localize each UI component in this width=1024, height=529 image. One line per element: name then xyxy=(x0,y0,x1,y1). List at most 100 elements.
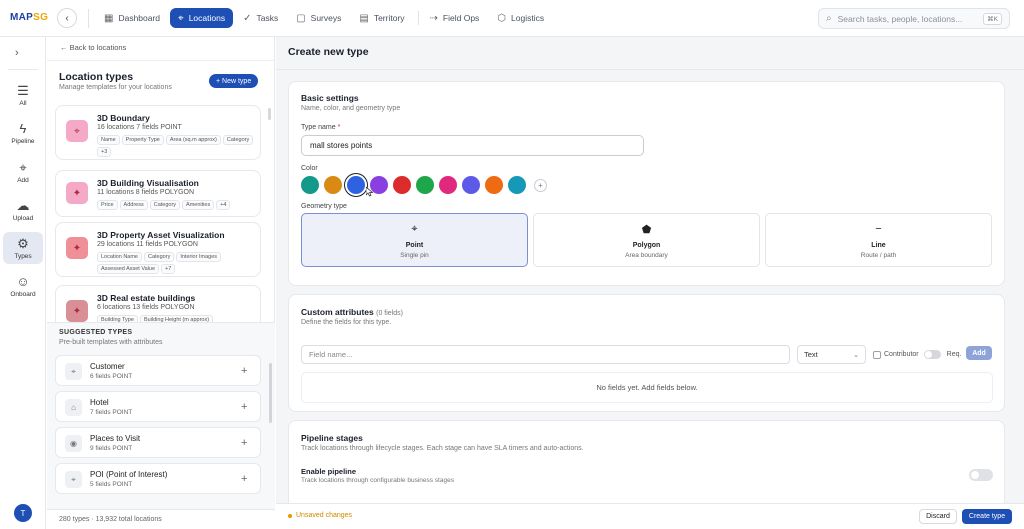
main-content: Create new type Basic settings Name, col… xyxy=(276,37,1024,510)
divider xyxy=(47,60,275,61)
pin-icon: ⌖ xyxy=(19,159,27,175)
tab-field-ops[interactable]: ⇢ Field Ops xyxy=(422,8,488,28)
tab-territory[interactable]: ▤ Territory xyxy=(351,8,412,28)
line-icon: − xyxy=(875,223,882,235)
color-swatch[interactable] xyxy=(324,176,342,194)
color-swatch-selected[interactable] xyxy=(347,176,365,194)
rail-item-types[interactable]: ⚙ Types xyxy=(3,232,43,264)
enable-pipeline-desc: Track locations through configurable bus… xyxy=(301,477,454,484)
color-swatch[interactable] xyxy=(462,176,480,194)
pin-icon: ⌖ xyxy=(411,223,418,235)
polygon-icon: ✦ xyxy=(66,237,88,259)
suggested-types: SUGGESTED TYPES Pre-built templates with… xyxy=(47,322,275,509)
back-button[interactable]: ‹ xyxy=(57,8,77,28)
type-card[interactable]: ✦ 3D Building Visualisation 11 locations… xyxy=(55,170,261,217)
type-card[interactable]: ⌖ 3D Boundary 16 locations 7 fields POIN… xyxy=(55,105,261,160)
color-swatch[interactable] xyxy=(508,176,526,194)
required-toggle[interactable] xyxy=(923,350,941,359)
contributor-checkbox[interactable] xyxy=(873,350,881,359)
divider xyxy=(417,11,419,25)
tag-list: Price Address Category Amenities +4 xyxy=(97,200,257,210)
tab-dashboard[interactable]: ▦ Dashboard xyxy=(96,8,168,28)
upload-icon: ☁ xyxy=(16,197,30,213)
tag-list: Name Property Type Area (sq.m approx) Ca… xyxy=(97,135,257,157)
pin-icon: ⌖ xyxy=(66,120,88,142)
route-icon: ⇢ xyxy=(429,12,438,24)
rail-item-onboard[interactable]: ☺ Onboard xyxy=(3,270,43,302)
rail-item-upload[interactable]: ☁ Upload xyxy=(3,194,43,226)
rail-item-all[interactable]: ☰ All xyxy=(3,79,43,111)
add-field-button[interactable]: Add xyxy=(966,346,992,360)
expand-rail-button[interactable]: › xyxy=(15,47,19,59)
color-swatch[interactable] xyxy=(485,176,503,194)
type-name-label: Type name * xyxy=(301,124,341,131)
arrow-left-icon: ← xyxy=(60,43,68,52)
suggested-card[interactable]: ⌂ Hotel 7 fields POINT + xyxy=(55,391,261,422)
add-icon[interactable]: + xyxy=(241,437,247,449)
type-card[interactable]: ✦ 3D Real estate buildings 6 locations 1… xyxy=(55,285,261,323)
list-scrollbar[interactable] xyxy=(268,108,271,120)
field-type-select[interactable]: Text ⌄ xyxy=(797,345,866,364)
pentagon-icon: ⬟ xyxy=(641,224,652,236)
tab-tasks[interactable]: ✓ Tasks xyxy=(235,8,286,28)
tab-locations[interactable]: ⌖ Locations xyxy=(170,8,234,28)
custom-attributes-card: Custom attributes (0 fields) Define the … xyxy=(288,294,1005,412)
create-type-button[interactable]: Create type xyxy=(962,509,1012,524)
avatar[interactable]: T xyxy=(14,504,32,522)
pin-icon: ⌖ xyxy=(65,363,82,380)
color-swatch[interactable] xyxy=(416,176,434,194)
geometry-option-polygon[interactable]: ⬟ Polygon Area boundary xyxy=(533,213,760,267)
search-input[interactable]: Search tasks, people, locations... xyxy=(838,14,963,24)
divider xyxy=(8,69,38,70)
tab-surveys[interactable]: ▢ Surveys xyxy=(288,8,349,28)
discard-button[interactable]: Discard xyxy=(919,509,957,524)
polygon-icon: ✦ xyxy=(66,182,88,204)
tab-logistics[interactable]: ⬡ Logistics xyxy=(489,8,552,28)
back-to-locations-link[interactable]: ← Back to locations xyxy=(60,43,126,52)
grid-icon: ▦ xyxy=(104,12,114,24)
new-type-button[interactable]: + New type xyxy=(209,74,259,88)
basic-settings-card: Basic settings Name, color, and geometry… xyxy=(288,81,1005,286)
suggested-card[interactable]: ⌖ Customer 6 fields POINT + xyxy=(55,355,261,386)
geometry-option-line[interactable]: − Line Route / path xyxy=(765,213,992,267)
suggested-scrollbar[interactable] xyxy=(269,363,272,423)
shortcut-hint: ⌘K xyxy=(983,12,1002,25)
page-title: Create new type xyxy=(288,46,369,58)
check-icon: ✓ xyxy=(243,12,252,24)
add-color-icon[interactable]: + xyxy=(534,178,547,192)
app-logo[interactable]: MAPSG xyxy=(10,12,48,23)
suggested-card[interactable]: ⌖ POI (Point of Interest) 5 fields POINT… xyxy=(55,463,261,494)
color-swatch[interactable] xyxy=(439,176,457,194)
type-name-input[interactable]: mall stores points xyxy=(301,135,644,156)
color-swatch[interactable] xyxy=(393,176,411,194)
add-icon[interactable]: + xyxy=(241,473,247,485)
enable-pipeline-toggle[interactable] xyxy=(969,469,993,481)
color-label: Color xyxy=(301,165,318,172)
divider xyxy=(88,9,89,28)
clipboard-icon: ▢ xyxy=(296,12,306,24)
box-icon: ⬡ xyxy=(497,12,507,24)
top-bar: MAPSG ‹ ▦ Dashboard ⌖ Locations ✓ Tasks ▢ Su… xyxy=(0,0,1024,37)
unsaved-indicator: Unsaved changes xyxy=(288,512,352,519)
add-icon[interactable]: + xyxy=(241,365,247,377)
gear-icon: ⚙ xyxy=(17,235,29,251)
panel-title: Location types xyxy=(59,71,134,83)
type-card[interactable]: ✦ 3D Property Asset Visualization 29 loc… xyxy=(55,222,261,277)
suggested-card[interactable]: ◉ Places to Visit 9 fields POINT + xyxy=(55,427,261,458)
add-icon[interactable]: + xyxy=(241,401,247,413)
mouse-cursor-icon xyxy=(366,187,374,197)
field-name-input[interactable]: Field name... xyxy=(301,345,790,364)
list-icon: ☰ xyxy=(17,82,29,98)
geometry-option-point[interactable]: ⌖ Point Single pin xyxy=(301,213,528,267)
global-search[interactable]: ⌕ Search tasks, people, locations... ⌘K xyxy=(818,8,1010,29)
panel-subtitle: Manage templates for your locations xyxy=(59,84,172,91)
search-icon: ⌕ xyxy=(826,13,832,24)
rail-item-pipeline[interactable]: ϟ Pipeline xyxy=(3,117,43,149)
pin-icon: ⌖ xyxy=(178,12,184,24)
divider xyxy=(276,69,1024,70)
section-title: SUGGESTED TYPES xyxy=(59,329,133,336)
color-swatch[interactable] xyxy=(301,176,319,194)
rail-item-add[interactable]: ⌖ Add xyxy=(3,156,43,188)
user-add-icon: ☺ xyxy=(16,273,30,289)
form-footer: Unsaved changes Discard Create type xyxy=(276,503,1024,529)
